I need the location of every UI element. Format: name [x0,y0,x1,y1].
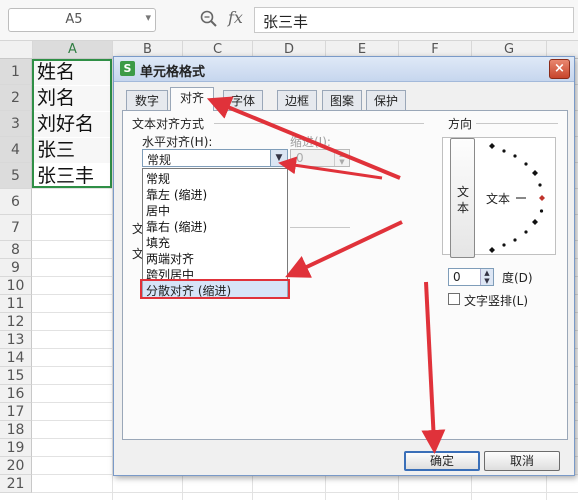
tab-alignment[interactable]: 对齐 [170,87,214,111]
group-divider [476,123,558,124]
horizontal-align-select[interactable]: 常规 ▼ [142,149,288,167]
group-divider [214,123,424,124]
dialog-title: 单元格格式 [140,65,206,80]
option-distributed-label: 分散对齐 (缩进) [146,284,232,298]
ok-button[interactable]: 确定 [404,451,480,471]
spinner-arrows-icon[interactable]: ▲ ▼ [480,269,493,285]
row-header-6[interactable]: 6 [0,189,32,215]
chevron-down-icon[interactable]: ▾ [145,11,151,24]
vertical-text-char: 文 [457,185,470,199]
option-general[interactable]: 常规 [146,170,170,187]
horizontal-align-value: 常规 [147,153,172,167]
row-header-10[interactable]: 10 [0,277,32,295]
dialog-titlebar[interactable]: S 单元格格式 × [114,57,574,82]
row-header-2[interactable]: 2 [0,85,32,111]
tab-number[interactable]: 数字 [126,90,168,110]
tab-font[interactable]: 字体 [223,90,263,110]
row-header-7[interactable]: 7 [0,215,32,241]
indent-value: 0 [296,151,304,165]
row-header-8[interactable]: 8 [0,241,32,259]
row-header-4[interactable]: 4 [0,137,32,163]
fx-label[interactable]: fx [228,8,243,27]
option-left-indent[interactable]: 靠左 (缩进) [146,186,207,203]
row-header-18[interactable]: 18 [0,421,32,439]
option-distributed[interactable]: 分散对齐 (缩进) [140,279,290,299]
option-right-indent[interactable]: 靠右 (缩进) [146,218,207,235]
column-header-a[interactable]: A [33,41,113,59]
formula-input[interactable]: 张三丰 [254,7,574,33]
cancel-button[interactable]: 取消 [484,451,560,471]
row-header-11[interactable]: 11 [0,295,32,313]
spinner-arrows-icon[interactable]: ▲ ▼ [334,150,349,166]
tab-protection[interactable]: 保护 [366,90,406,110]
grid-line [32,492,578,493]
tab-pattern[interactable]: 图案 [322,90,362,110]
formula-value: 张三丰 [263,13,309,31]
text-align-group-label: 文本对齐方式 [132,117,205,131]
row-header-20[interactable]: 20 [0,457,32,475]
horizontal-align-label: 水平对齐(H): [142,135,213,149]
formula-bar: A5 ▾ fx 张三丰 [0,0,578,41]
zoom-magnifier-icon[interactable] [199,9,219,29]
row-header-14[interactable]: 14 [0,349,32,367]
vertical-text-label[interactable]: 文字竖排(L) [464,292,528,309]
degree-label: 度(D) [502,271,533,285]
degree-value: 0 [453,270,461,284]
indent-label: 缩进(I): [290,135,331,149]
name-box-value: A5 [65,12,83,27]
row-header-5[interactable]: 5 [0,163,32,189]
row-header-19[interactable]: 19 [0,439,32,457]
orientation-text: 文本 [486,192,511,206]
format-cells-dialog: S 单元格格式 × 数字 对齐 字体 边框 图案 保护 文本对齐方式 水平对齐(… [113,56,575,476]
indent-stepper[interactable]: 0 ▲ ▼ [290,149,350,167]
vertical-text-checkbox[interactable] [448,293,460,305]
row-header-17[interactable]: 17 [0,403,32,421]
direction-group-label: 方向 [448,117,473,131]
row-header-21[interactable]: 21 [0,475,32,493]
vertical-text-char: 本 [457,201,470,215]
horizontal-dropdown-arrow[interactable]: ▼ [270,150,287,166]
close-icon[interactable]: × [549,59,570,79]
option-fill[interactable]: 填充 [146,234,170,251]
row-header-3[interactable]: 3 [0,111,32,137]
row-header-13[interactable]: 13 [0,331,32,349]
tab-border[interactable]: 边框 [277,90,317,110]
vertical-text-button[interactable]: 文 本 [450,138,475,258]
option-center[interactable]: 居中 [146,202,170,219]
row-header-15[interactable]: 15 [0,367,32,385]
group-divider [290,227,350,228]
wps-app-icon: S [120,61,135,76]
name-box[interactable]: A5 ▾ [8,8,156,32]
row-header-12[interactable]: 12 [0,313,32,331]
option-justify[interactable]: 两端对齐 [146,250,194,267]
row-header-9[interactable]: 9 [0,259,32,277]
row-header-16[interactable]: 16 [0,385,32,403]
degree-stepper[interactable]: 0 ▲ ▼ [448,268,494,286]
select-all-corner[interactable] [0,41,33,59]
selection-range [32,59,112,188]
row-header-1[interactable]: 1 [0,59,32,85]
